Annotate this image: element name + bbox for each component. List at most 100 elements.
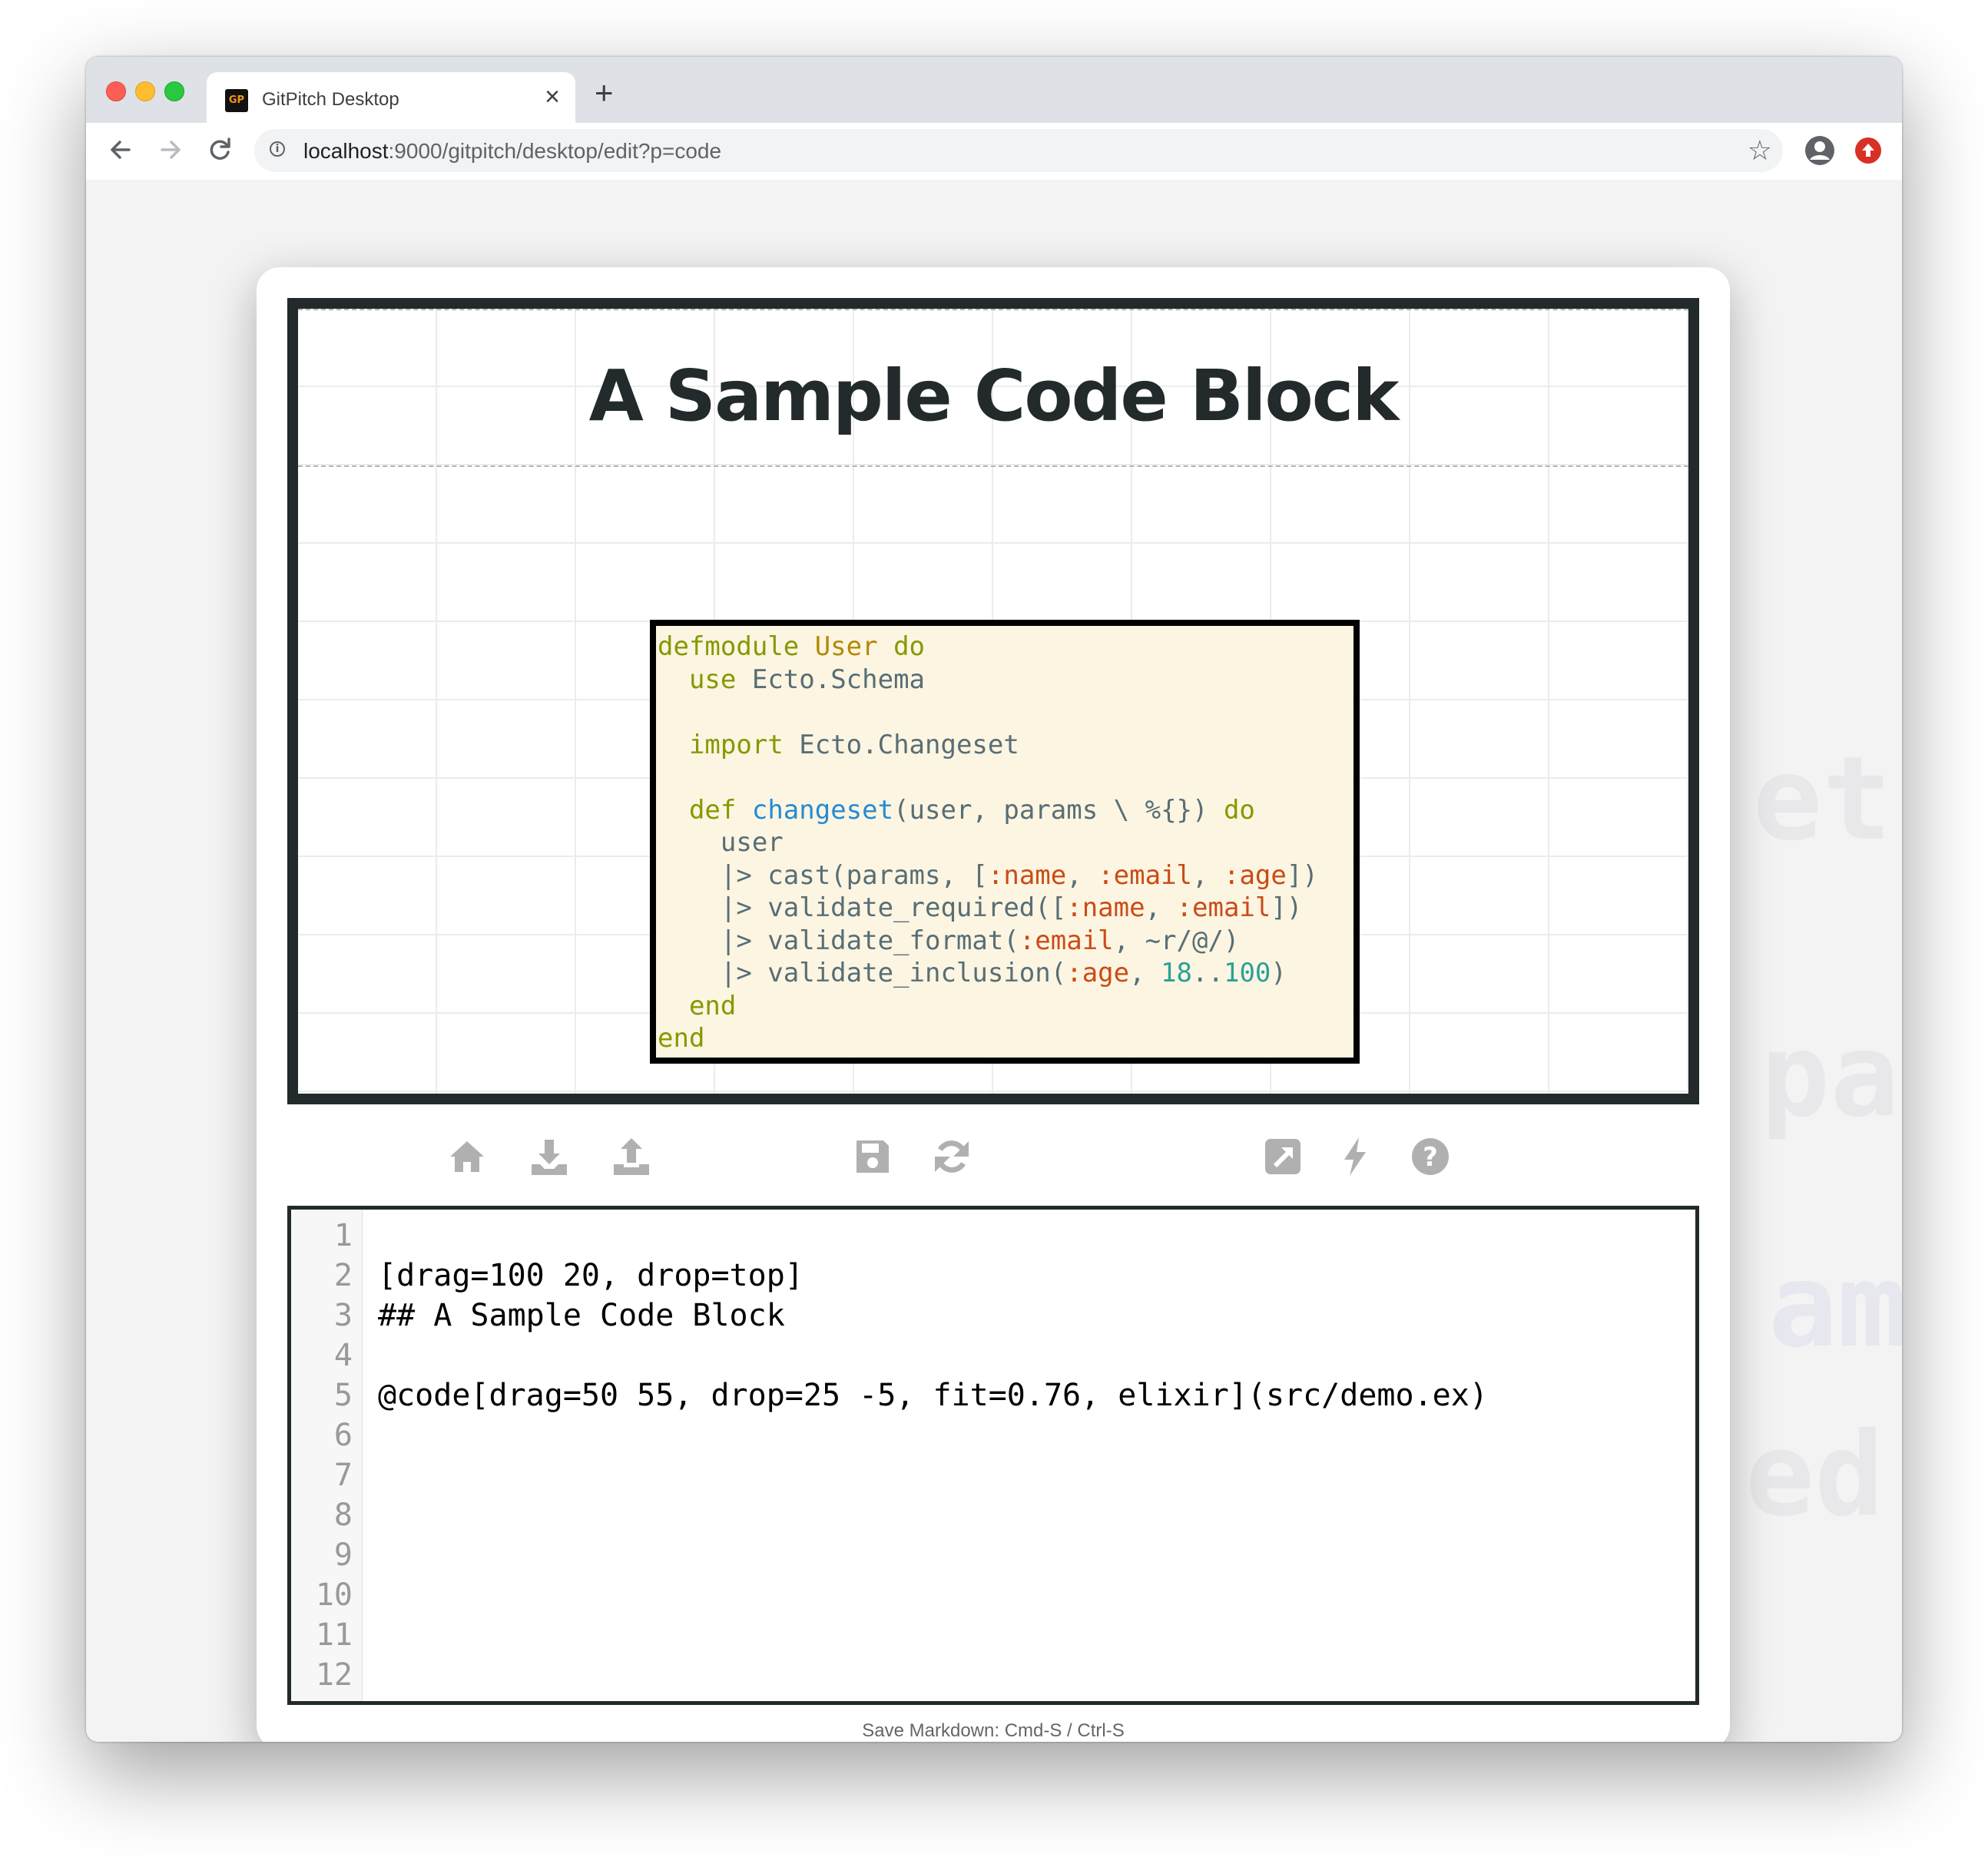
code-token: |> validate_required([ [658, 892, 1067, 923]
code-token: :email [1176, 892, 1271, 923]
help-icon[interactable]: ? [1409, 1135, 1452, 1178]
code-token: Ecto.Schema [736, 664, 926, 695]
line-number: 3 [333, 1298, 353, 1333]
account-icon[interactable] [1801, 131, 1839, 170]
code-token: :email [1098, 859, 1193, 891]
editor-line[interactable]: [drag=100 20, drop=top] [378, 1256, 803, 1296]
line-number: 5 [333, 1378, 353, 1413]
external-link-icon[interactable] [1261, 1135, 1304, 1178]
code-line: end [658, 990, 1353, 1023]
code-token: , [1145, 892, 1177, 923]
background-text: pa [1761, 1009, 1900, 1143]
save-shortcut-hint: Save Markdown: Cmd-S / Ctrl-S [862, 1720, 1125, 1741]
window-close-button[interactable] [106, 81, 126, 101]
editor-line[interactable]: @code[drag=50 55, drop=25 -5, fit=0.76, … [378, 1375, 1488, 1415]
tab-close-icon[interactable]: × [545, 84, 560, 110]
code-line: def changeset(user, params \ %{}) do [658, 794, 1353, 827]
code-token: ]) [1271, 892, 1303, 923]
code-token: :age [1223, 859, 1287, 891]
code-token: .. [1192, 958, 1224, 988]
code-token: :age [1066, 958, 1130, 988]
window-minimize-button[interactable] [135, 81, 155, 101]
code-token: , ~r/@/) [1113, 925, 1240, 956]
code-token: :email [1019, 925, 1114, 956]
line-number: 7 [333, 1458, 353, 1493]
url-text[interactable]: localhost:9000/gitpitch/desktop/edit?p=c… [303, 139, 721, 164]
title-bar: GP GitPitch Desktop × + [86, 57, 1902, 123]
code-token: 18 [1161, 958, 1193, 988]
code-token: changeset [751, 794, 894, 826]
code-token: |> validate_inclusion( [658, 958, 1067, 988]
window-maximize-button[interactable] [164, 81, 184, 101]
browser-toolbar: i localhost:9000/gitpitch/desktop/edit?p… [86, 123, 1902, 180]
code-line: |> validate_format(:email, ~r/@/) [658, 925, 1353, 958]
markdown-editor[interactable]: 1 2 3 4 5 6 7 8 9 10 11 12 [drag=100 20, drop=top] #… [287, 1206, 1699, 1705]
code-token: , [1066, 859, 1098, 891]
code-token: do [877, 631, 926, 662]
code-token: , [1129, 958, 1161, 988]
slide-title-zone: A Sample Code Block [298, 309, 1688, 467]
code-token: |> cast(params, [ [658, 859, 988, 891]
code-block: defmodule User do use Ecto.Schema import… [650, 620, 1360, 1064]
code-token: (user, params \ %{}) [893, 794, 1224, 826]
gitpitch-favicon-icon: GP [225, 89, 248, 112]
info-icon[interactable]: i [270, 141, 285, 157]
code-line: end [658, 1022, 1353, 1055]
editor-line[interactable]: ## A Sample Code Block [378, 1296, 785, 1336]
code-token: user [658, 827, 784, 858]
line-number: 8 [333, 1498, 353, 1533]
bolt-icon[interactable] [1334, 1135, 1377, 1178]
slide-preview: A Sample Code Block defmodule User do us… [287, 298, 1699, 1104]
code-token: :name [987, 859, 1067, 891]
code-token: 100 [1223, 958, 1271, 988]
code-line: user [658, 826, 1353, 859]
home-icon[interactable] [446, 1135, 489, 1178]
bookmark-star-icon[interactable]: ☆ [1748, 135, 1772, 166]
code-token: :name [1066, 892, 1145, 923]
line-number: 10 [315, 1577, 353, 1613]
url-host: localhost [303, 139, 389, 163]
line-number: 9 [333, 1538, 353, 1573]
code-line: |> validate_required([:name, :email]) [658, 892, 1353, 925]
background-text: ed( [1745, 1408, 1902, 1542]
browser-tab[interactable]: GP GitPitch Desktop × [207, 72, 575, 123]
download-icon[interactable] [528, 1135, 571, 1178]
url-path: :9000/gitpitch/desktop/edit?p=code [388, 139, 722, 163]
code-token: |> validate_format( [658, 925, 1019, 956]
line-number: 2 [333, 1258, 353, 1293]
line-number: 12 [315, 1657, 353, 1693]
line-number: 6 [333, 1418, 353, 1453]
code-token: defmodule [658, 631, 815, 662]
refresh-icon[interactable] [930, 1135, 973, 1178]
line-number: 1 [333, 1218, 353, 1253]
background-text: am [1768, 1240, 1902, 1373]
code-token: do [1223, 794, 1255, 826]
address-bar[interactable]: i localhost:9000/gitpitch/desktop/edit?p… [254, 129, 1783, 172]
update-available-icon[interactable] [1851, 134, 1885, 167]
code-token: use [688, 664, 737, 695]
code-token: , [1192, 859, 1224, 891]
save-icon[interactable] [851, 1135, 894, 1178]
code-line: import Ecto.Changeset [658, 729, 1353, 762]
code-token: User [814, 631, 878, 662]
line-number-gutter: 1 2 3 4 5 6 7 8 9 10 11 12 [291, 1210, 363, 1701]
back-arrow-icon[interactable] [101, 131, 140, 169]
svg-text:?: ? [1423, 1142, 1438, 1173]
code-token: import [688, 729, 784, 760]
forward-arrow-icon[interactable] [151, 131, 190, 169]
code-line: |> validate_inclusion(:age, 18..100) [658, 957, 1353, 990]
upload-icon[interactable] [610, 1135, 653, 1178]
code-token: def [688, 794, 752, 826]
reload-icon[interactable] [201, 131, 240, 169]
code-token: end [658, 1023, 705, 1054]
line-number: 11 [315, 1617, 353, 1653]
code-line: defmodule User do [658, 631, 1353, 664]
page-content: et pa am ed( A Sample Code Block defmodu… [86, 180, 1902, 1742]
code-token: Ecto.Changeset [783, 729, 1019, 760]
new-tab-icon[interactable]: + [595, 77, 614, 109]
